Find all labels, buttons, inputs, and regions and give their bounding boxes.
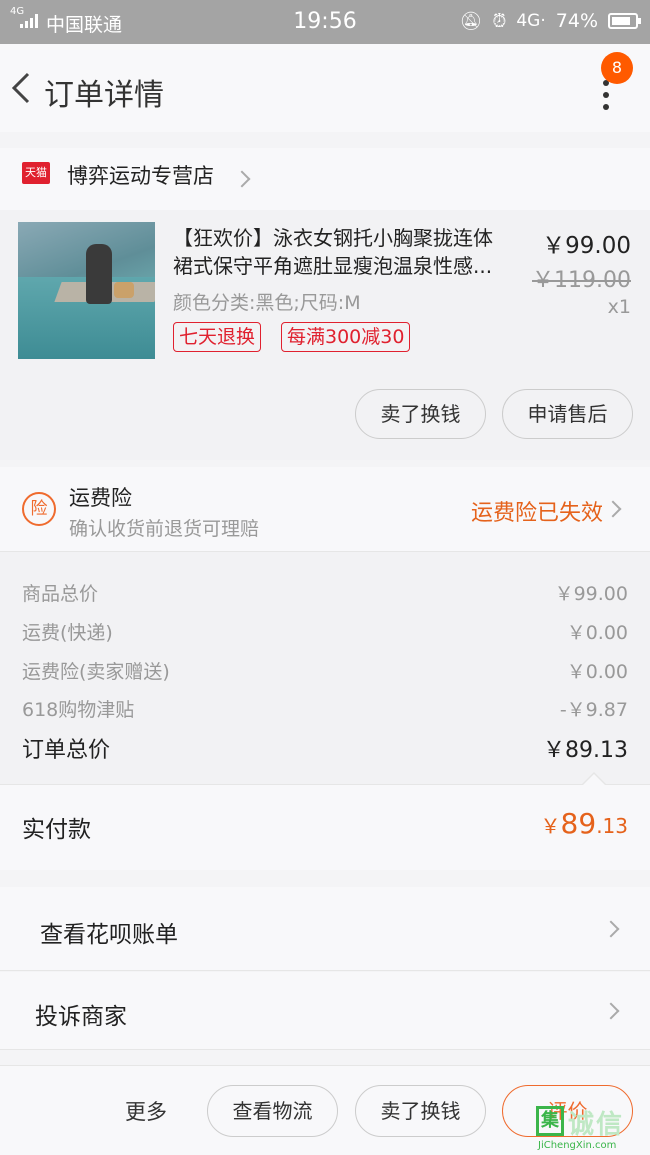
product-original-price: ￥119.00 [532, 268, 631, 293]
product-quantity: x1 [607, 296, 631, 318]
battery-icon [608, 13, 641, 29]
huabei-bill-row[interactable]: 查看花呗账单 [0, 887, 650, 971]
summary-row: 618购物津贴 -￥9.87 [22, 695, 628, 722]
store-row[interactable]: 天猫 博弈运动专营店 [0, 148, 650, 210]
insurance-icon: 险 [22, 492, 56, 526]
paid-label: 实付款 [22, 817, 91, 843]
divider-notch-fill [583, 774, 605, 785]
tag-seven-day-return: 七天退换 [173, 322, 262, 352]
mute-icon: 🔕︎ [459, 10, 483, 32]
chevron-right-icon [233, 170, 251, 188]
product-title-line-1: 【狂欢价】泳衣女钢托小胸聚拢连体 [173, 226, 493, 250]
product-price: ￥99.00 [542, 233, 631, 259]
tag-promotion: 每满300减30 [281, 322, 411, 352]
tmall-logo-icon: 天猫 [22, 162, 50, 184]
view-logistics-button[interactable]: 查看物流 [207, 1085, 338, 1137]
chevron-right-icon [602, 920, 620, 938]
huabei-bill-label: 查看花呗账单 [40, 922, 178, 948]
summary-label: 商品总价 [22, 583, 99, 605]
insurance-status: 运费险已失效 [470, 501, 603, 526]
chevron-right-icon [602, 1002, 620, 1020]
more-menu-icon[interactable] [596, 80, 616, 116]
paid-amount-row: 实付款 ￥89.13 [0, 784, 650, 870]
resell-button-bottom[interactable]: 卖了换钱 [355, 1085, 486, 1137]
alarm-icon: ⏰︎ [492, 10, 507, 32]
summary-row: 运费险(卖家赠送) ￥0.00 [22, 657, 628, 684]
more-button[interactable]: 更多 [125, 1096, 167, 1126]
status-bar: 4G 中国联通 19:56 🔕︎ ⏰︎ 4G· 74% [0, 0, 650, 44]
notification-badge: 8 [601, 52, 633, 84]
paid-integer: 89 [560, 807, 597, 840]
battery-percent: 74% [555, 10, 598, 32]
product-image[interactable] [18, 222, 155, 359]
insurance-title: 运费险 [69, 486, 132, 510]
watermark-mark: 集 [536, 1106, 564, 1136]
chevron-right-icon [604, 500, 622, 518]
network-label: 4G· [516, 11, 546, 31]
summary-row: 商品总价 ￥99.00 [22, 579, 628, 606]
insurance-subtitle: 确认收货前退货可理赔 [69, 518, 260, 540]
summary-label: 运费险(卖家赠送) [22, 661, 170, 683]
order-total-value: ￥89.13 [543, 738, 628, 763]
shipping-insurance-row[interactable]: 险 运费险 确认收货前退货可理赔 运费险已失效 [0, 467, 650, 552]
summary-label: 618购物津贴 [22, 699, 135, 721]
watermark-logo: 集 诚信 JiChengXin.com [534, 1104, 646, 1152]
complain-merchant-row[interactable]: 投诉商家 [0, 972, 650, 1050]
watermark-url: JiChengXin.com [538, 1140, 617, 1151]
product-card[interactable]: 【狂欢价】泳衣女钢托小胸聚拢连体 裙式保守平角遮肚显瘦泡温泉性感... 颜色分类… [0, 210, 650, 460]
product-title-line-2: 裙式保守平角遮肚显瘦泡温泉性感... [173, 254, 493, 278]
summary-value: ￥0.00 [566, 622, 628, 644]
watermark-text: 诚信 [568, 1110, 625, 1140]
order-total-row: 订单总价 ￥89.13 [22, 732, 628, 764]
paid-decimal: .13 [596, 814, 628, 838]
summary-value: -￥9.87 [559, 699, 628, 721]
paid-currency: ￥ [540, 814, 561, 838]
product-title[interactable]: 【狂欢价】泳衣女钢托小胸聚拢连体 裙式保守平角遮肚显瘦泡温泉性感... [173, 224, 528, 280]
paid-amount: ￥89.13 [541, 807, 628, 840]
back-arrow-icon[interactable] [8, 70, 36, 106]
resell-button[interactable]: 卖了换钱 [355, 389, 486, 439]
summary-label: 运费(快递) [22, 622, 113, 644]
store-name[interactable]: 博弈运动专营店 [67, 160, 214, 190]
product-spec: 颜色分类:黑色;尺码:M [173, 292, 361, 314]
summary-value: ￥99.00 [554, 583, 628, 605]
nav-bar: 订单详情 8 [0, 44, 650, 132]
order-total-label: 订单总价 [22, 738, 111, 763]
summary-row: 运费(快递) ￥0.00 [22, 618, 628, 645]
price-summary: 商品总价 ￥99.00 运费(快递) ￥0.00 运费险(卖家赠送) ￥0.00… [0, 552, 650, 784]
complain-merchant-label: 投诉商家 [35, 1004, 127, 1030]
page-title: 订单详情 [44, 78, 164, 113]
summary-value: ￥0.00 [566, 661, 628, 683]
after-sale-button[interactable]: 申请售后 [502, 389, 633, 439]
